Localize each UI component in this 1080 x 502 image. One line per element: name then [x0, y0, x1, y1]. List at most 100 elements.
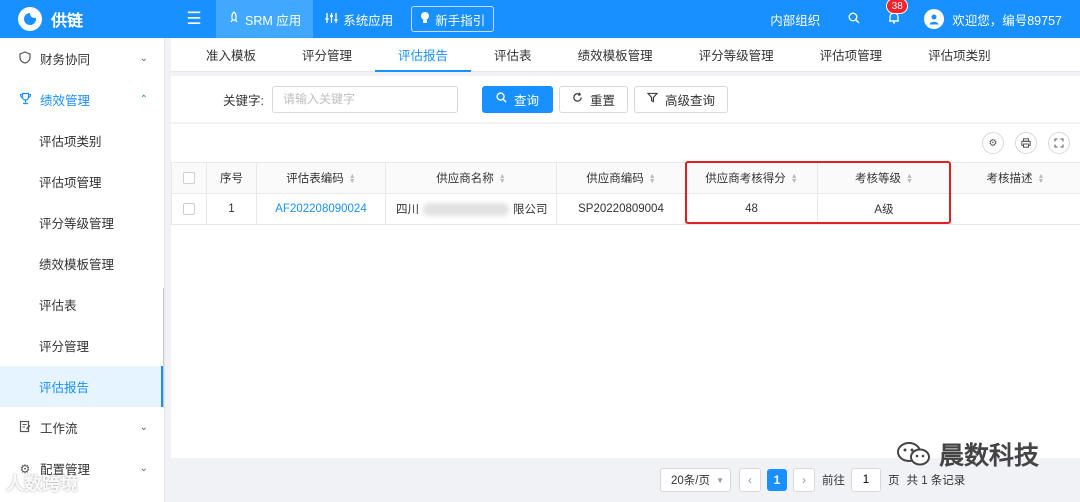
query-label: 查询 [513, 93, 539, 108]
menu-toggle-icon[interactable]: ☰ [182, 7, 206, 31]
watermark-left: 人数跨境 [6, 474, 78, 494]
table-row[interactable]: 1 AF202208090024 四川 限公司 SP20220809004 48 … [171, 193, 1080, 225]
prev-page-button[interactable]: ‹ [739, 468, 761, 492]
total-records: 共 1 条记录 [906, 475, 966, 487]
tab-score-grade[interactable]: 评分等级管理 [676, 38, 797, 72]
watermark-text: 晨数科技 [939, 442, 1040, 470]
reset-button[interactable]: 重置 [559, 85, 629, 113]
advanced-query-button[interactable]: 高级查询 [634, 85, 729, 113]
sidebar-item-label: 工作流 [40, 422, 78, 436]
sort-icon[interactable]: ▲ ▼ [349, 173, 356, 185]
sort-icon[interactable]: ▲ ▼ [791, 173, 798, 185]
description-cell [950, 193, 1080, 225]
column-header-code[interactable]: 评估表编码 ▲ ▼ [256, 162, 386, 194]
sort-icon[interactable]: ▲ ▼ [649, 173, 656, 185]
query-button[interactable]: 查询 [481, 85, 553, 113]
reset-label: 重置 [590, 93, 616, 108]
logo-mark-icon [18, 7, 42, 31]
sidebar-item-performance[interactable]: 绩效管理 ⌃ [0, 79, 164, 120]
nav-tab-srm[interactable]: SRM 应用 [216, 0, 314, 38]
top-navigation-bar: 供链 ☰ SRM 应用 系统应用 新手指引 内部组织 38 欢迎您，编号8975… [0, 0, 1080, 38]
filter-icon [646, 92, 659, 106]
refresh-icon [572, 92, 583, 106]
sidebar-scrollbar[interactable] [163, 288, 164, 408]
sidebar-item-eval-sheet[interactable]: 评估表 [0, 284, 164, 325]
keyword-input[interactable] [271, 85, 458, 113]
report-table: 序号 评估表编码 ▲ ▼ 供应商名称 ▲ ▼ 供应商编码 ▲ ▼ 供应商考核得分 ▲ ▼ 考核等… [171, 162, 1080, 225]
tab-admission-template[interactable]: 准入模板 [183, 38, 279, 72]
row-select-cell[interactable] [171, 193, 207, 225]
notification-badge: 38 [886, 0, 909, 14]
watermark-right: 晨数科技 [895, 436, 1039, 472]
tab-eval-management[interactable]: 评估项管理 [797, 38, 906, 72]
sidebar-item-scoring[interactable]: 评分管理 [0, 325, 164, 366]
fullscreen-icon[interactable] [1048, 132, 1070, 154]
sidebar-item-finance[interactable]: 财务协同 ⌄ [0, 38, 164, 79]
row-checkbox[interactable] [183, 202, 195, 215]
sort-icon[interactable]: ▲ ▼ [906, 173, 913, 185]
search-icon[interactable] [844, 12, 864, 27]
document-edit-icon [18, 420, 32, 436]
chevron-down-icon: ⌄ [139, 53, 148, 64]
goto-page-input[interactable] [851, 468, 881, 492]
page-size-select[interactable]: 20条/页 ▼ [660, 468, 731, 492]
sidebar-item-eval-report[interactable]: 评估报告 [0, 366, 164, 407]
sidebar-item-label: 评估项类别 [39, 135, 102, 149]
nav-tab-label: 系统应用 [343, 13, 394, 28]
tab-template[interactable]: 绩效模板管理 [555, 38, 676, 72]
logo-text: 供链 [51, 13, 84, 30]
advanced-query-label: 高级查询 [665, 93, 716, 108]
lightbulb-icon [420, 11, 430, 27]
chevron-up-icon: ⌃ [139, 94, 148, 105]
select-all-cell[interactable] [171, 162, 207, 194]
notification-bell-icon[interactable]: 38 [884, 0, 909, 27]
print-icon[interactable] [1015, 132, 1037, 154]
sidebar-item-template[interactable]: 绩效模板管理 [0, 243, 164, 284]
select-all-checkbox[interactable] [183, 171, 195, 184]
sidebar-item-label: 绩效模板管理 [39, 258, 115, 272]
sliders-icon [325, 12, 338, 27]
next-page-button[interactable]: › [793, 468, 815, 492]
supplier-code-cell: SP20220809004 [556, 193, 686, 225]
sidebar-item-eval-category[interactable]: 评估项类别 [0, 120, 164, 161]
chevron-down-icon: ⌄ [139, 422, 148, 433]
settings-icon[interactable]: ⚙ [982, 132, 1004, 154]
nav-tab-label: SRM 应用 [245, 13, 302, 28]
sidebar-item-score-grade[interactable]: 评分等级管理 [0, 202, 164, 243]
tab-eval-report[interactable]: 评估报告 [375, 38, 472, 72]
column-header-index: 序号 [206, 162, 257, 194]
column-header-supplier-name[interactable]: 供应商名称 ▲ ▼ [385, 162, 557, 194]
rocket-icon [228, 11, 240, 27]
user-avatar-icon[interactable] [924, 9, 945, 29]
column-header-score[interactable]: 供应商考核得分 ▲ ▼ [685, 162, 818, 194]
grade-cell: A级 [817, 193, 951, 225]
column-header-grade[interactable]: 考核等级 ▲ ▼ [817, 162, 951, 194]
caret-down-icon: ▼ [716, 475, 724, 485]
page-number-current[interactable]: 1 [767, 469, 787, 491]
page-unit-label: 页 [888, 475, 900, 487]
search-icon [496, 92, 507, 106]
welcome-text[interactable]: 欢迎您，编号89757 [952, 10, 1062, 29]
sidebar-item-label: 财务协同 [40, 53, 91, 67]
eval-code-link[interactable]: AF202208090024 [256, 193, 386, 225]
sidebar-item-eval-management[interactable]: 评估项管理 [0, 161, 164, 202]
row-index: 1 [206, 193, 257, 225]
wechat-logo-icon [897, 442, 930, 466]
column-header-supplier-code[interactable]: 供应商编码 ▲ ▼ [556, 162, 686, 194]
tab-scoring[interactable]: 评分管理 [279, 38, 375, 72]
org-selector[interactable]: 内部组织 [770, 10, 820, 29]
nav-tab-system[interactable]: 系统应用 [313, 0, 405, 38]
app-logo[interactable]: 供链 [0, 0, 170, 38]
sort-icon[interactable]: ▲ ▼ [1038, 173, 1045, 185]
sidebar: 财务协同 ⌄ 绩效管理 ⌃ 评估项类别 评估项管理 评分等级管理 绩效模板管理 … [0, 38, 165, 502]
score-cell: 48 [685, 193, 818, 225]
sidebar-item-label: 评分等级管理 [39, 217, 115, 231]
tab-eval-category[interactable]: 评估项类别 [905, 38, 1014, 72]
sidebar-item-workflow[interactable]: 工作流 ⌄ [0, 407, 164, 448]
tab-eval-sheet[interactable]: 评估表 [471, 38, 555, 72]
shield-icon [18, 50, 32, 67]
sort-icon[interactable]: ▲ ▼ [499, 173, 506, 185]
redacted-blur [423, 203, 509, 217]
column-header-description[interactable]: 考核描述 ▲ ▼ [950, 162, 1080, 194]
guide-button[interactable]: 新手指引 [411, 6, 495, 32]
